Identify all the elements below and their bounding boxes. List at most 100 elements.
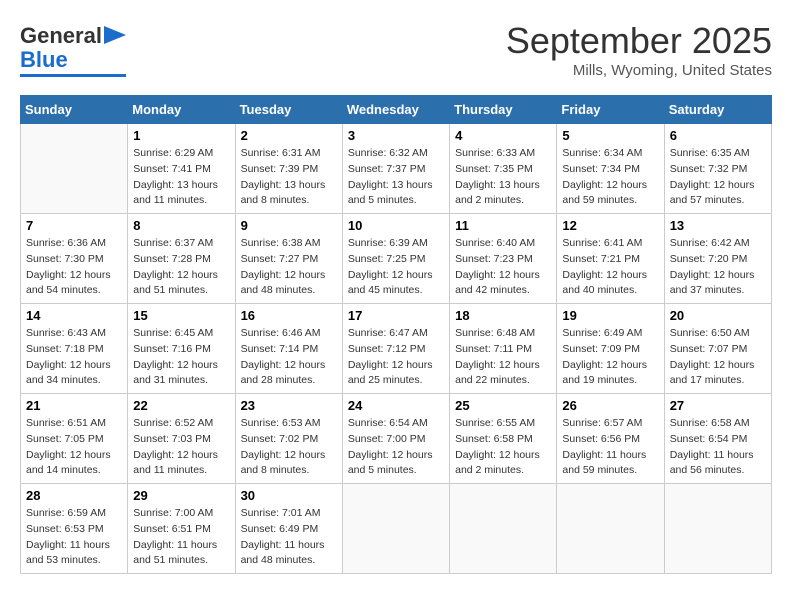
sun-info: Sunrise: 6:32 AMSunset: 7:37 PMDaylight:…	[348, 146, 444, 209]
day-cell: 24 Sunrise: 6:54 AMSunset: 7:00 PMDaylig…	[342, 394, 449, 484]
page-header: General Blue September 2025 Mills, Wyomi…	[20, 20, 772, 79]
sun-info: Sunrise: 6:40 AMSunset: 7:23 PMDaylight:…	[455, 236, 551, 299]
logo-underline	[20, 74, 126, 77]
day-number: 25	[455, 398, 551, 413]
calendar-header-row: SundayMondayTuesdayWednesdayThursdayFrid…	[21, 96, 772, 124]
day-cell	[557, 484, 664, 574]
sun-info: Sunrise: 6:31 AMSunset: 7:39 PMDaylight:…	[241, 146, 337, 209]
week-row-4: 28 Sunrise: 6:59 AMSunset: 6:53 PMDaylig…	[21, 484, 772, 574]
sun-info: Sunrise: 6:52 AMSunset: 7:03 PMDaylight:…	[133, 416, 229, 479]
sun-info: Sunrise: 6:36 AMSunset: 7:30 PMDaylight:…	[26, 236, 122, 299]
day-number: 16	[241, 308, 337, 323]
day-number: 19	[562, 308, 658, 323]
sun-info: Sunrise: 6:55 AMSunset: 6:58 PMDaylight:…	[455, 416, 551, 479]
sun-info: Sunrise: 7:00 AMSunset: 6:51 PMDaylight:…	[133, 506, 229, 569]
day-number: 23	[241, 398, 337, 413]
month-title: September 2025	[506, 20, 772, 62]
col-header-monday: Monday	[128, 96, 235, 124]
day-number: 12	[562, 218, 658, 233]
col-header-tuesday: Tuesday	[235, 96, 342, 124]
sun-info: Sunrise: 6:33 AMSunset: 7:35 PMDaylight:…	[455, 146, 551, 209]
sun-info: Sunrise: 6:48 AMSunset: 7:11 PMDaylight:…	[455, 326, 551, 389]
sun-info: Sunrise: 6:50 AMSunset: 7:07 PMDaylight:…	[670, 326, 766, 389]
sun-info: Sunrise: 6:54 AMSunset: 7:00 PMDaylight:…	[348, 416, 444, 479]
sun-info: Sunrise: 6:38 AMSunset: 7:27 PMDaylight:…	[241, 236, 337, 299]
day-cell	[664, 484, 771, 574]
day-cell: 21 Sunrise: 6:51 AMSunset: 7:05 PMDaylig…	[21, 394, 128, 484]
sun-info: Sunrise: 6:29 AMSunset: 7:41 PMDaylight:…	[133, 146, 229, 209]
day-number: 13	[670, 218, 766, 233]
sun-info: Sunrise: 6:41 AMSunset: 7:21 PMDaylight:…	[562, 236, 658, 299]
day-cell: 15 Sunrise: 6:45 AMSunset: 7:16 PMDaylig…	[128, 304, 235, 394]
day-number: 26	[562, 398, 658, 413]
day-number: 27	[670, 398, 766, 413]
day-number: 30	[241, 488, 337, 503]
day-cell: 5 Sunrise: 6:34 AMSunset: 7:34 PMDayligh…	[557, 124, 664, 214]
day-number: 5	[562, 128, 658, 143]
day-number: 8	[133, 218, 229, 233]
day-cell: 30 Sunrise: 7:01 AMSunset: 6:49 PMDaylig…	[235, 484, 342, 574]
day-cell: 6 Sunrise: 6:35 AMSunset: 7:32 PMDayligh…	[664, 124, 771, 214]
day-number: 2	[241, 128, 337, 143]
day-cell: 27 Sunrise: 6:58 AMSunset: 6:54 PMDaylig…	[664, 394, 771, 484]
day-number: 14	[26, 308, 122, 323]
day-cell	[21, 124, 128, 214]
day-cell: 26 Sunrise: 6:57 AMSunset: 6:56 PMDaylig…	[557, 394, 664, 484]
sun-info: Sunrise: 6:47 AMSunset: 7:12 PMDaylight:…	[348, 326, 444, 389]
day-number: 22	[133, 398, 229, 413]
sun-info: Sunrise: 6:39 AMSunset: 7:25 PMDaylight:…	[348, 236, 444, 299]
col-header-sunday: Sunday	[21, 96, 128, 124]
day-cell: 14 Sunrise: 6:43 AMSunset: 7:18 PMDaylig…	[21, 304, 128, 394]
day-number: 11	[455, 218, 551, 233]
day-number: 29	[133, 488, 229, 503]
day-cell	[450, 484, 557, 574]
sun-info: Sunrise: 6:49 AMSunset: 7:09 PMDaylight:…	[562, 326, 658, 389]
day-number: 7	[26, 218, 122, 233]
sun-info: Sunrise: 6:43 AMSunset: 7:18 PMDaylight:…	[26, 326, 122, 389]
col-header-wednesday: Wednesday	[342, 96, 449, 124]
sun-info: Sunrise: 6:57 AMSunset: 6:56 PMDaylight:…	[562, 416, 658, 479]
logo-text-general: General	[20, 24, 102, 48]
sun-info: Sunrise: 6:59 AMSunset: 6:53 PMDaylight:…	[26, 506, 122, 569]
day-number: 4	[455, 128, 551, 143]
location: Mills, Wyoming, United States	[506, 62, 772, 79]
day-cell: 18 Sunrise: 6:48 AMSunset: 7:11 PMDaylig…	[450, 304, 557, 394]
day-number: 6	[670, 128, 766, 143]
day-cell: 2 Sunrise: 6:31 AMSunset: 7:39 PMDayligh…	[235, 124, 342, 214]
sun-info: Sunrise: 6:45 AMSunset: 7:16 PMDaylight:…	[133, 326, 229, 389]
logo-text-blue: Blue	[20, 48, 68, 72]
day-number: 21	[26, 398, 122, 413]
day-number: 17	[348, 308, 444, 323]
day-cell: 4 Sunrise: 6:33 AMSunset: 7:35 PMDayligh…	[450, 124, 557, 214]
day-number: 3	[348, 128, 444, 143]
sun-info: Sunrise: 6:35 AMSunset: 7:32 PMDaylight:…	[670, 146, 766, 209]
day-cell: 7 Sunrise: 6:36 AMSunset: 7:30 PMDayligh…	[21, 214, 128, 304]
day-cell: 12 Sunrise: 6:41 AMSunset: 7:21 PMDaylig…	[557, 214, 664, 304]
week-row-2: 14 Sunrise: 6:43 AMSunset: 7:18 PMDaylig…	[21, 304, 772, 394]
day-cell	[342, 484, 449, 574]
calendar-table: SundayMondayTuesdayWednesdayThursdayFrid…	[20, 95, 772, 574]
day-cell: 20 Sunrise: 6:50 AMSunset: 7:07 PMDaylig…	[664, 304, 771, 394]
sun-info: Sunrise: 6:34 AMSunset: 7:34 PMDaylight:…	[562, 146, 658, 209]
day-cell: 8 Sunrise: 6:37 AMSunset: 7:28 PMDayligh…	[128, 214, 235, 304]
title-block: September 2025 Mills, Wyoming, United St…	[506, 20, 772, 79]
day-cell: 11 Sunrise: 6:40 AMSunset: 7:23 PMDaylig…	[450, 214, 557, 304]
day-cell: 16 Sunrise: 6:46 AMSunset: 7:14 PMDaylig…	[235, 304, 342, 394]
sun-info: Sunrise: 6:51 AMSunset: 7:05 PMDaylight:…	[26, 416, 122, 479]
day-cell: 13 Sunrise: 6:42 AMSunset: 7:20 PMDaylig…	[664, 214, 771, 304]
sun-info: Sunrise: 6:58 AMSunset: 6:54 PMDaylight:…	[670, 416, 766, 479]
sun-info: Sunrise: 6:37 AMSunset: 7:28 PMDaylight:…	[133, 236, 229, 299]
sun-info: Sunrise: 6:42 AMSunset: 7:20 PMDaylight:…	[670, 236, 766, 299]
day-cell: 1 Sunrise: 6:29 AMSunset: 7:41 PMDayligh…	[128, 124, 235, 214]
day-number: 18	[455, 308, 551, 323]
day-cell: 9 Sunrise: 6:38 AMSunset: 7:27 PMDayligh…	[235, 214, 342, 304]
day-cell: 10 Sunrise: 6:39 AMSunset: 7:25 PMDaylig…	[342, 214, 449, 304]
week-row-3: 21 Sunrise: 6:51 AMSunset: 7:05 PMDaylig…	[21, 394, 772, 484]
day-cell: 17 Sunrise: 6:47 AMSunset: 7:12 PMDaylig…	[342, 304, 449, 394]
week-row-0: 1 Sunrise: 6:29 AMSunset: 7:41 PMDayligh…	[21, 124, 772, 214]
day-number: 9	[241, 218, 337, 233]
day-number: 10	[348, 218, 444, 233]
logo-arrow-icon	[104, 26, 126, 44]
sun-info: Sunrise: 7:01 AMSunset: 6:49 PMDaylight:…	[241, 506, 337, 569]
day-number: 24	[348, 398, 444, 413]
